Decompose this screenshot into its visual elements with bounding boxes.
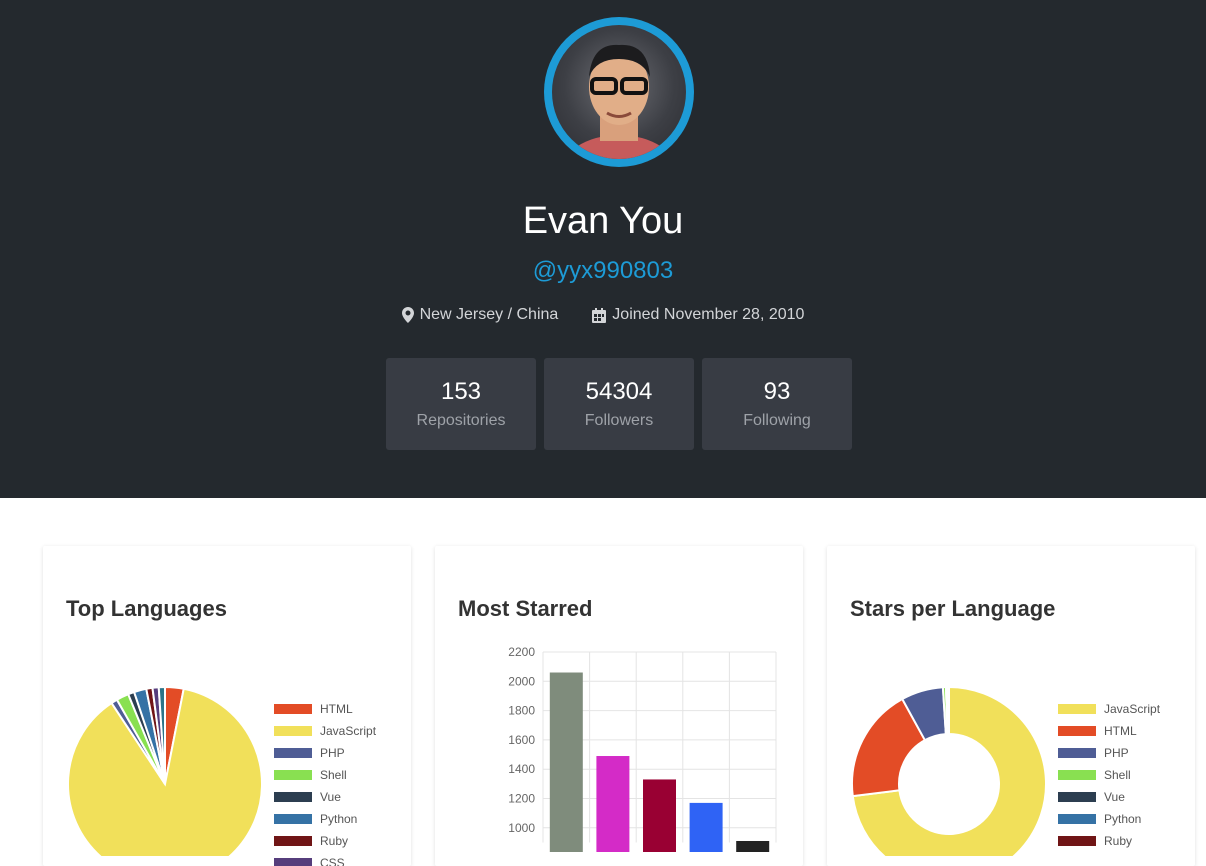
y-tick-label: 1400	[508, 762, 535, 776]
legend-label: Ruby	[1104, 834, 1133, 848]
legend-label: Python	[1104, 812, 1142, 826]
calendar-icon	[592, 307, 607, 323]
legend-label: Vue	[320, 790, 341, 804]
legend-swatch	[1058, 704, 1096, 714]
legend-label: PHP	[320, 746, 345, 760]
legend-item-html[interactable]: HTML	[1058, 720, 1160, 742]
legend-label: Python	[320, 812, 358, 826]
y-tick-label: 1200	[508, 792, 535, 806]
stats-row: 153 Repositories 54304 Followers 93 Foll…	[386, 358, 852, 450]
y-tick-label: 1800	[508, 704, 535, 718]
avatar-ring	[544, 17, 694, 167]
stat-label: Following	[743, 412, 811, 429]
profile-meta: New Jersey / China Joined November 28, 2…	[0, 306, 1206, 324]
top-languages-pie	[67, 685, 263, 856]
legend-swatch	[1058, 770, 1096, 780]
y-tick-label: 1600	[508, 733, 535, 747]
stars-per-language-donut	[851, 685, 1047, 856]
legend-swatch	[274, 770, 312, 780]
legend-item-php[interactable]: PHP	[274, 742, 377, 764]
legend-swatch	[274, 748, 312, 758]
stat-repositories[interactable]: 153 Repositories	[386, 358, 536, 450]
legend-item-ruby[interactable]: Ruby	[274, 830, 377, 852]
legend-item-python[interactable]: Python	[274, 808, 377, 830]
bar-A[interactable]	[549, 672, 583, 852]
stat-value: 153	[440, 378, 482, 405]
bar-B[interactable]	[596, 756, 630, 852]
stat-label: Followers	[584, 412, 654, 429]
bar-C[interactable]	[643, 779, 676, 852]
legend-swatch	[274, 704, 312, 714]
legend-swatch	[1058, 814, 1096, 824]
legend-item-javascript[interactable]: JavaScript	[1058, 698, 1160, 720]
profile-handle-link[interactable]: @yyx990803	[0, 257, 1206, 285]
legend-label: HTML	[320, 702, 353, 716]
legend-item-vue[interactable]: Vue	[274, 786, 377, 808]
profile-name: Evan You	[522, 200, 684, 242]
bar-E[interactable]	[736, 840, 770, 852]
legend-swatch	[1058, 792, 1096, 802]
y-tick-label: 2200	[508, 645, 535, 659]
stat-followers[interactable]: 54304 Followers	[544, 358, 694, 450]
stat-value: 54304	[585, 378, 653, 405]
join-date: Joined November 28, 2010	[592, 306, 804, 324]
legend-label: Shell	[1104, 768, 1131, 782]
join-date-text: Joined November 28, 2010	[612, 306, 805, 323]
legend-label: CSS	[320, 856, 345, 866]
legend-item-css[interactable]: CSS	[274, 852, 377, 866]
stat-following[interactable]: 93 Following	[702, 358, 852, 450]
most-starred-bar-chart: 1000 1200 1400 1600 1800 2000 2200	[508, 645, 777, 852]
legend-swatch	[1058, 748, 1096, 758]
avatar[interactable]	[552, 25, 686, 159]
legend-item-vue[interactable]: Vue	[1058, 786, 1160, 808]
legend-label: Ruby	[320, 834, 349, 848]
stars-per-language-legend: JavaScript HTML PHP Shell Vue Python Ruby	[1058, 698, 1160, 852]
legend-item-ruby[interactable]: Ruby	[1058, 830, 1160, 852]
legend-item-javascript[interactable]: JavaScript	[274, 720, 377, 742]
stars-per-language-card: Stars per Language JavaScript HTML PHP Shel…	[827, 546, 1195, 866]
legend-swatch	[1058, 726, 1096, 736]
y-tick-label: 2000	[508, 674, 535, 688]
top-languages-card: Top Languages HTML JavaScript PHP Shell Vue P…	[43, 546, 411, 866]
card-title: Top Languages	[66, 596, 227, 621]
legend-item-shell[interactable]: Shell	[1058, 764, 1160, 786]
legend-swatch	[274, 814, 312, 824]
slice-ruby[interactable]	[947, 685, 950, 736]
legend-item-php[interactable]: PHP	[1058, 742, 1160, 764]
top-languages-legend: HTMLJavaScriptPHPShellVuePythonRubyCSSTy…	[274, 698, 377, 866]
legend-label: JavaScript	[320, 724, 377, 738]
stat-label: Repositories	[416, 412, 506, 429]
location-text: New Jersey / China	[419, 306, 559, 323]
profile-header: Evan You @yyx990803 New Jersey / China J…	[0, 0, 1206, 498]
card-title: Most Starred	[458, 596, 593, 621]
legend-label: Shell	[320, 768, 347, 782]
legend-item-python[interactable]: Python	[1058, 808, 1160, 830]
legend-swatch	[274, 726, 312, 736]
legend-swatch	[274, 858, 312, 866]
y-tick-label: 1000	[508, 821, 535, 835]
location: New Jersey / China	[401, 306, 559, 324]
legend-swatch	[274, 792, 312, 802]
map-marker-icon	[401, 307, 414, 323]
legend-label: Vue	[1104, 790, 1125, 804]
legend-item-html[interactable]: HTML	[274, 698, 377, 720]
legend-label: HTML	[1104, 724, 1137, 738]
most-starred-card: Most Starred 1000 1200 1400 1600 1800 2000 220…	[435, 546, 803, 866]
legend-item-shell[interactable]: Shell	[274, 764, 377, 786]
legend-label: PHP	[1104, 746, 1129, 760]
avatar-portrait	[564, 44, 674, 159]
stat-value: 93	[763, 378, 791, 405]
legend-label: JavaScript	[1104, 702, 1161, 716]
card-title: Stars per Language	[850, 596, 1056, 621]
